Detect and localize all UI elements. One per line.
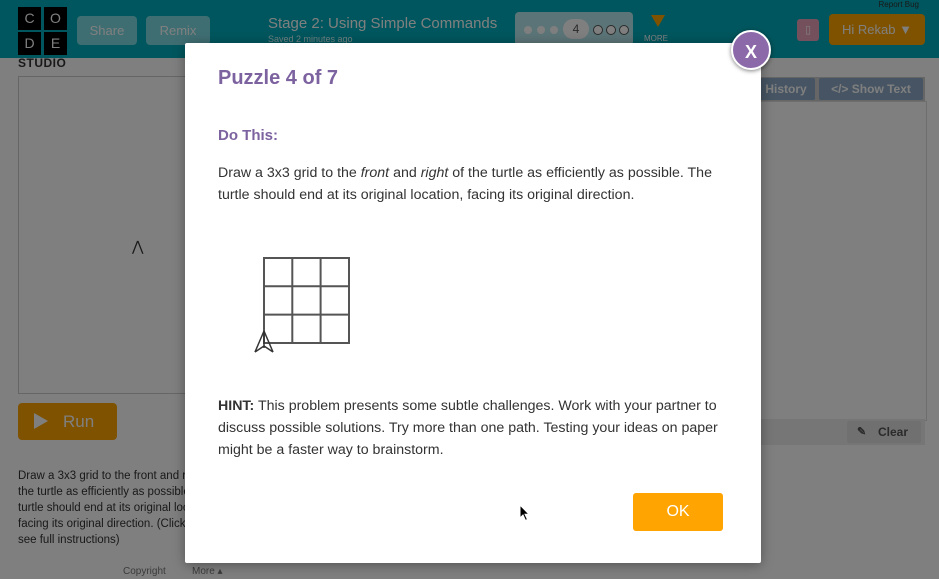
instructions-dialog: Puzzle 4 of 7 Do This: Draw a 3x3 grid t… — [185, 43, 761, 563]
dialog-body-text: Draw a 3x3 grid to the front and right o… — [218, 165, 712, 203]
grid-example-image — [254, 257, 350, 353]
dialog-subtitle: Do This: — [218, 127, 278, 144]
hint-text: HINT: This problem presents some subtle … — [218, 398, 718, 458]
turtle-arrow-icon — [254, 330, 274, 353]
close-dialog-button[interactable]: X — [731, 30, 771, 70]
ok-button[interactable]: OK — [633, 493, 723, 531]
mouse-cursor-icon — [519, 504, 531, 522]
dialog-title: Puzzle 4 of 7 — [218, 67, 339, 89]
